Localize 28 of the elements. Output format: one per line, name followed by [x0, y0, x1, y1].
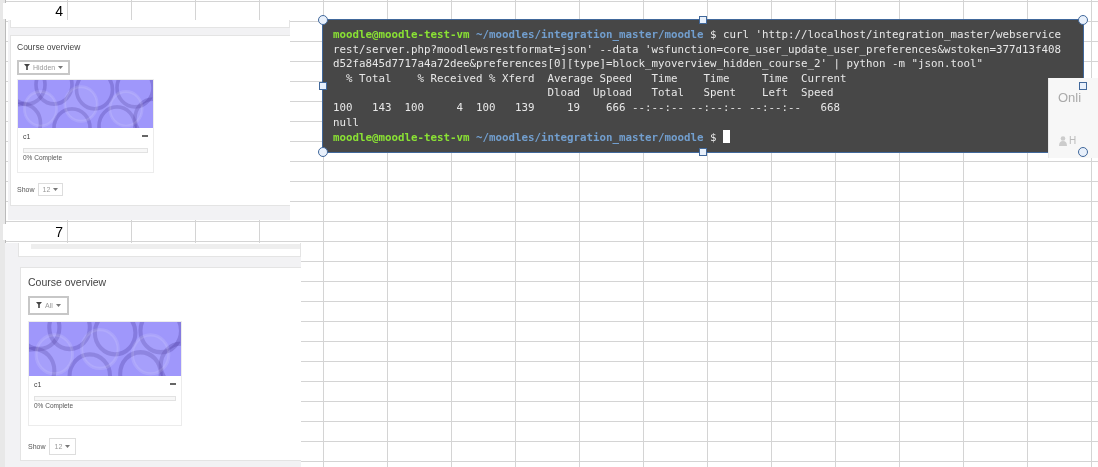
terminal-line: moodle@moodle-test-vm ~/moodles/integration_master/moodle $ [333, 130, 730, 146]
panel-title: Onli [1058, 90, 1082, 105]
caret-icon [65, 444, 71, 448]
filter-icon [36, 302, 42, 308]
terminal-line: 100 143 100 4 100 139 19 666 --:--:-- --:--:-- --:--:-- 668 [333, 100, 841, 116]
resize-handle[interactable] [319, 82, 327, 90]
block-title: Course overview [17, 42, 82, 52]
resize-handle[interactable] [699, 16, 707, 24]
person-icon [1059, 135, 1067, 146]
terminal-line: rest/server.php?moodlewsrestformat=json' --data 'wsfunction=core_user_update_user_preferences&wstoken=377d13f408 [333, 42, 1062, 58]
resize-handle[interactable] [1079, 82, 1087, 90]
resize-handle[interactable] [1078, 15, 1088, 25]
terminal-line: Dload Upload Total Spent Left Speed [546, 86, 834, 101]
block-title: Course overview [28, 276, 108, 288]
caret-icon [55, 303, 61, 307]
terminal-line: % Total % Received % Xferd Average Speed Time Time Time Current [345, 71, 847, 87]
user-text: H [1069, 135, 1077, 146]
terminal-line: moodle@moodle-test-vm ~/moodles/integration_master/moodle $ curl 'http://localhost/integration_master/webservice [333, 28, 1062, 43]
resize-handle[interactable] [318, 147, 328, 157]
resize-handle[interactable] [318, 15, 328, 25]
resize-handle[interactable] [699, 148, 707, 156]
caret-icon [53, 187, 59, 191]
filter-icon [24, 64, 30, 70]
terminal-line: d52fa845d7717a4a72dee&preferences[0][type]=block_myoverview_hidden_course_2' | python -m "json.tool" [333, 57, 984, 72]
terminal-line: null [333, 115, 359, 131]
terminal-screenshot[interactable] [323, 20, 1083, 152]
caret-icon [58, 65, 64, 69]
resize-handle[interactable] [1078, 147, 1088, 157]
